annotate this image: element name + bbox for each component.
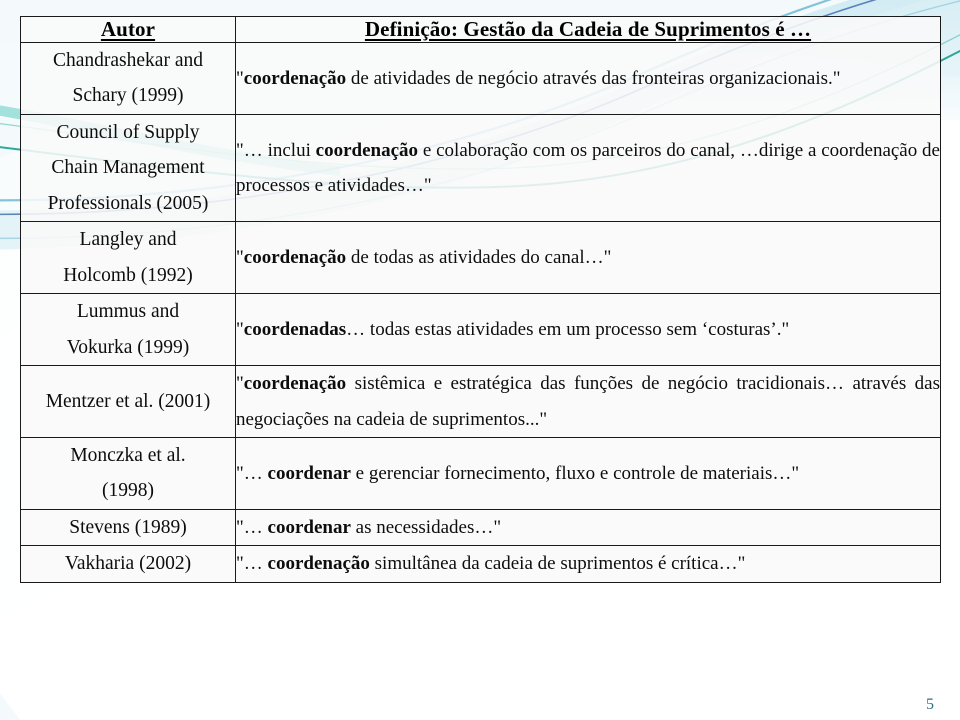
- column-header-definition: Definição: Gestão da Cadeia de Supriment…: [235, 16, 941, 43]
- table-row: Stevens (1989) "… coordenar as necessidad…: [20, 508, 941, 547]
- column-header-author-label: Autor: [100, 17, 156, 41]
- cell-definition: "coordenação de atividades de negócio at…: [235, 42, 941, 115]
- cell-author: Stevens (1989): [20, 508, 236, 547]
- cell-definition: "… inclui coordenação e colaboração com …: [235, 113, 941, 223]
- author-line: Vakharia (2002): [64, 553, 192, 575]
- cell-author: Monczka et al. (1998): [20, 436, 236, 510]
- author-line: Stevens (1989): [69, 516, 187, 538]
- column-header-author: Autor: [20, 16, 236, 43]
- cell-definition: "coordenação sistêmica e estratégica das…: [235, 365, 941, 438]
- page-number: 5: [926, 696, 934, 713]
- table-body: Chandrashekar and Schary (1999) "coordenaç…: [20, 42, 941, 583]
- author-line: Professionals (2005): [47, 192, 209, 214]
- definitions-table: Autor Definição: Gestão da Cadeia de Sup…: [20, 16, 941, 583]
- author-line: Langley and: [79, 229, 177, 251]
- table-header-row: Autor Definição: Gestão da Cadeia de Sup…: [20, 16, 941, 43]
- cell-author: Lummus and Vokurka (1999): [20, 293, 236, 367]
- table-row: Lummus and Vokurka (1999) "coordenadas… to…: [20, 293, 941, 367]
- author-line: Holcomb (1992): [63, 264, 193, 286]
- table-row: Council of Supply Chain Management Profess…: [20, 113, 941, 223]
- cell-author: Council of Supply Chain Management Profess…: [20, 113, 236, 223]
- author-line: Mentzer et al. (2001): [45, 390, 211, 412]
- author-line: Vokurka (1999): [66, 336, 190, 358]
- cell-definition: "… coordenação simultânea da cadeia de s…: [235, 545, 941, 583]
- author-line: Chain Management: [51, 157, 205, 179]
- slide-canvas: Autor Definição: Gestão da Cadeia de Sup…: [0, 0, 960, 720]
- cell-definition: "… coordenar as necessidades…": [235, 508, 941, 547]
- table-row: Chandrashekar and Schary (1999) "coordenaç…: [20, 42, 941, 115]
- cell-author: Vakharia (2002): [20, 545, 236, 583]
- author-line: Lummus and: [76, 301, 180, 323]
- author-line: Monczka et al.: [70, 444, 186, 466]
- author-line: Schary (1999): [72, 85, 184, 107]
- column-header-definition-label: Definição: Gestão da Cadeia de Supriment…: [364, 17, 812, 41]
- cell-author: Chandrashekar and Schary (1999): [20, 42, 236, 115]
- table-row: Mentzer et al. (2001) "coordenação sistêm…: [20, 365, 941, 438]
- cell-author: Langley and Holcomb (1992): [20, 221, 236, 295]
- definitions-table-container: Autor Definição: Gestão da Cadeia de Sup…: [20, 16, 941, 583]
- cell-definition: "coordenadas… todas estas atividades em …: [235, 293, 941, 367]
- cell-definition: "coordenação de todas as atividades do c…: [235, 221, 941, 295]
- table-row: Langley and Holcomb (1992) "coordenação de…: [20, 221, 941, 295]
- table-row: Monczka et al. (1998) "… coordenar e geren…: [20, 436, 941, 510]
- cell-definition: "… coordenar e gerenciar fornecimento, f…: [235, 436, 941, 510]
- author-line: Council of Supply: [56, 121, 200, 143]
- cell-author: Mentzer et al. (2001): [20, 365, 236, 438]
- table-row: Vakharia (2002) "… coordenação simultânea…: [20, 545, 941, 583]
- author-line: (1998): [102, 480, 154, 502]
- author-line: Chandrashekar and: [53, 50, 203, 71]
